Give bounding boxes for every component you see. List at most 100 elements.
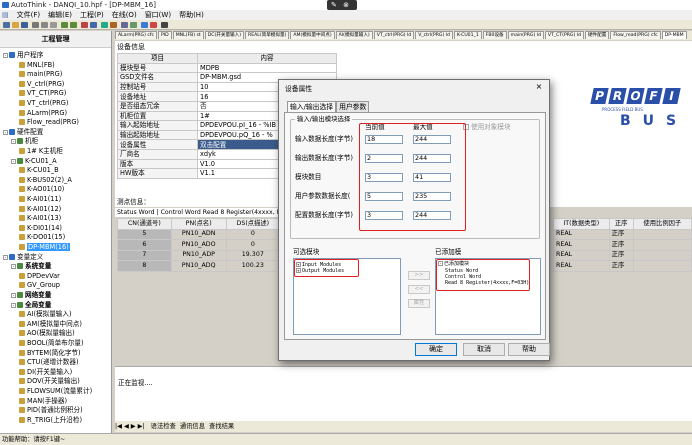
document-tab[interactable]: DP-MBM [661, 31, 687, 39]
document-tab[interactable]: AI(模拟量输入) [335, 31, 373, 39]
table-row[interactable]: 7 PN10_ADP 19.307 [117, 249, 281, 261]
tree-item[interactable]: AO(模拟量输出) [19, 329, 75, 337]
tree-item[interactable]: VT_ctrl(PRG) [19, 99, 68, 107]
tree-item[interactable]: - 用户程序 [3, 51, 43, 59]
cut-icon[interactable] [32, 22, 39, 28]
menu-item[interactable]: 工程(P) [80, 11, 104, 19]
expand-icon[interactable]: - [3, 129, 8, 135]
copy-icon[interactable] [41, 22, 48, 28]
expand-icon[interactable]: - [11, 158, 16, 164]
close-circle-icon[interactable]: ⊗ [343, 1, 349, 9]
document-tab[interactable]: MNL(FB) st [172, 31, 204, 39]
output-tab[interactable]: 查找结果 [209, 423, 234, 430]
document-tab[interactable]: Flow_read(PRG) cfc [610, 31, 661, 39]
tree-item[interactable]: K-BUS02(2)_A [19, 176, 72, 184]
expand-icon[interactable]: - [11, 264, 16, 270]
document-tab[interactable]: K-CU01_1 [453, 31, 482, 39]
table-row[interactable]: REAL 正序 [553, 249, 692, 261]
document-tab[interactable]: ALarm(PRG) cfc [115, 31, 158, 39]
tree-item[interactable]: - 变量定义 [3, 253, 43, 261]
tree-item[interactable]: - 硬件配置 [3, 128, 43, 136]
tree-item[interactable]: K-CU01_B [19, 166, 59, 174]
document-tab[interactable]: V_ctrl(PRG) ld [415, 31, 453, 39]
table-row[interactable]: REAL 正序 [553, 228, 692, 240]
tree-item[interactable]: VT_CT(PRG) [19, 89, 66, 97]
tree-item[interactable]: FLOWSUM(流量累计) [19, 387, 92, 395]
table-row[interactable]: REAL 正序 [553, 239, 692, 251]
property-value[interactable]: MDPB [197, 62, 337, 74]
pen-icon[interactable]: ✎ [331, 1, 337, 9]
output-tab[interactable]: 语法检查 [151, 423, 176, 430]
menu-item[interactable]: 帮助(H) [179, 11, 204, 19]
tree-item[interactable]: - 机柜 [11, 137, 38, 145]
tree-item[interactable]: K-AI01(12) [19, 205, 61, 213]
use-modular-checkbox[interactable]: 使用对象模块 [463, 123, 511, 132]
module-props-button[interactable]: 属性 [408, 299, 430, 308]
expand-icon[interactable]: - [11, 139, 16, 145]
config-icon[interactable] [161, 22, 168, 28]
output-tab[interactable]: 通讯信息 [180, 423, 205, 430]
add-module-button[interactable]: >> [408, 271, 430, 280]
find-icon[interactable] [141, 22, 148, 28]
tree-item[interactable]: DPDevVar [19, 272, 60, 280]
tree-item[interactable]: PID(普通比例积分) [19, 406, 83, 414]
paste-icon[interactable] [50, 22, 57, 28]
menu-item[interactable]: 窗口(W) [145, 11, 171, 19]
download-icon[interactable] [90, 22, 97, 28]
tree-item[interactable]: DOV(开关量输出) [19, 377, 80, 385]
force-icon[interactable] [130, 22, 137, 28]
tree-item[interactable]: DI(开关量输入) [19, 368, 72, 376]
tree-item[interactable]: K-AI01(11) [19, 195, 61, 203]
tree-item[interactable]: V_ctrl(PRG) [19, 80, 64, 88]
tree-item[interactable]: K-DI01(14) [19, 224, 62, 232]
tree-item[interactable]: R_TRIG(上升沿检) [19, 416, 82, 424]
table-row[interactable]: 8 PN10_ADQ 100.23 [117, 260, 281, 272]
remove-module-button[interactable]: << [408, 285, 430, 294]
document-tab[interactable]: 硬件配置 [584, 31, 610, 39]
document-tab[interactable]: VT_CT(PRG) ld [544, 31, 584, 39]
menu-item[interactable]: 文件(F) [17, 11, 41, 19]
property-row[interactable]: 模块型号 MDPB [117, 62, 337, 74]
close-icon[interactable]: × [534, 82, 544, 91]
expand-icon[interactable]: - [3, 254, 8, 260]
document-tab[interactable]: FB0设备 [482, 31, 507, 39]
menu-item[interactable]: 在线(O) [112, 11, 137, 19]
cancel-button[interactable]: 取消 [463, 343, 505, 356]
online-icon[interactable] [101, 22, 108, 28]
tree-item[interactable]: K-DO01(15) [19, 233, 65, 241]
new-icon[interactable] [3, 22, 10, 28]
tree-item[interactable]: 1# K主机柜 [19, 147, 63, 155]
tree-item[interactable]: CTU(递增计数器) [19, 358, 79, 366]
expand-icon[interactable]: - [11, 293, 16, 298]
table-row[interactable]: 6 PN10_ADO 0 [117, 239, 281, 251]
redo-icon[interactable] [70, 22, 77, 28]
tree-item[interactable]: - 网络变量 [11, 291, 51, 299]
stop-icon[interactable] [110, 22, 117, 28]
tree-item[interactable]: BOOL(简单布尔量) [19, 339, 84, 347]
tree-item[interactable]: BYTEM(简化字节) [19, 349, 81, 357]
help-button[interactable]: 帮助 [508, 343, 550, 356]
expand-icon[interactable]: - [11, 302, 16, 308]
save-icon[interactable] [21, 22, 28, 28]
tree-item[interactable]: DP-MBM(16) [19, 243, 70, 251]
monitor-icon[interactable] [121, 22, 128, 28]
document-tab[interactable]: DC(开关量输入) [204, 31, 245, 39]
tree-item[interactable]: Flow_read(PRG) [19, 118, 79, 126]
tree-item[interactable]: K-AI01(13) [19, 214, 61, 222]
tab-nav-arrows[interactable]: |◀ ◀ ▶ ▶| [115, 423, 145, 430]
table-row[interactable]: 5 PN10_ADN 0 [117, 228, 281, 240]
help-icon[interactable] [150, 22, 157, 28]
tree-item[interactable]: - 全局变量 [11, 301, 51, 309]
tree-item[interactable]: - 系统变量 [11, 262, 51, 270]
tree-item[interactable]: - K-CU01_A [11, 157, 57, 165]
undo-icon[interactable] [61, 22, 68, 28]
tree-item[interactable]: AI(模拟量输入) [19, 310, 72, 318]
tree-item[interactable]: K-AO01(10) [19, 185, 64, 193]
menu-item[interactable]: 编辑(E) [48, 11, 72, 19]
floating-toolbar[interactable]: ✎ ⊗ [327, 0, 357, 10]
table-row[interactable]: REAL 正序 [553, 260, 692, 272]
ok-button[interactable]: 确定 [415, 343, 457, 356]
tree-item[interactable]: GV_Group [19, 281, 60, 289]
document-tab[interactable]: VT_ctrl(PRG) ld [373, 31, 415, 39]
module-tabs-label[interactable]: Status Word | Control Word Read 8 Regist… [115, 208, 290, 217]
